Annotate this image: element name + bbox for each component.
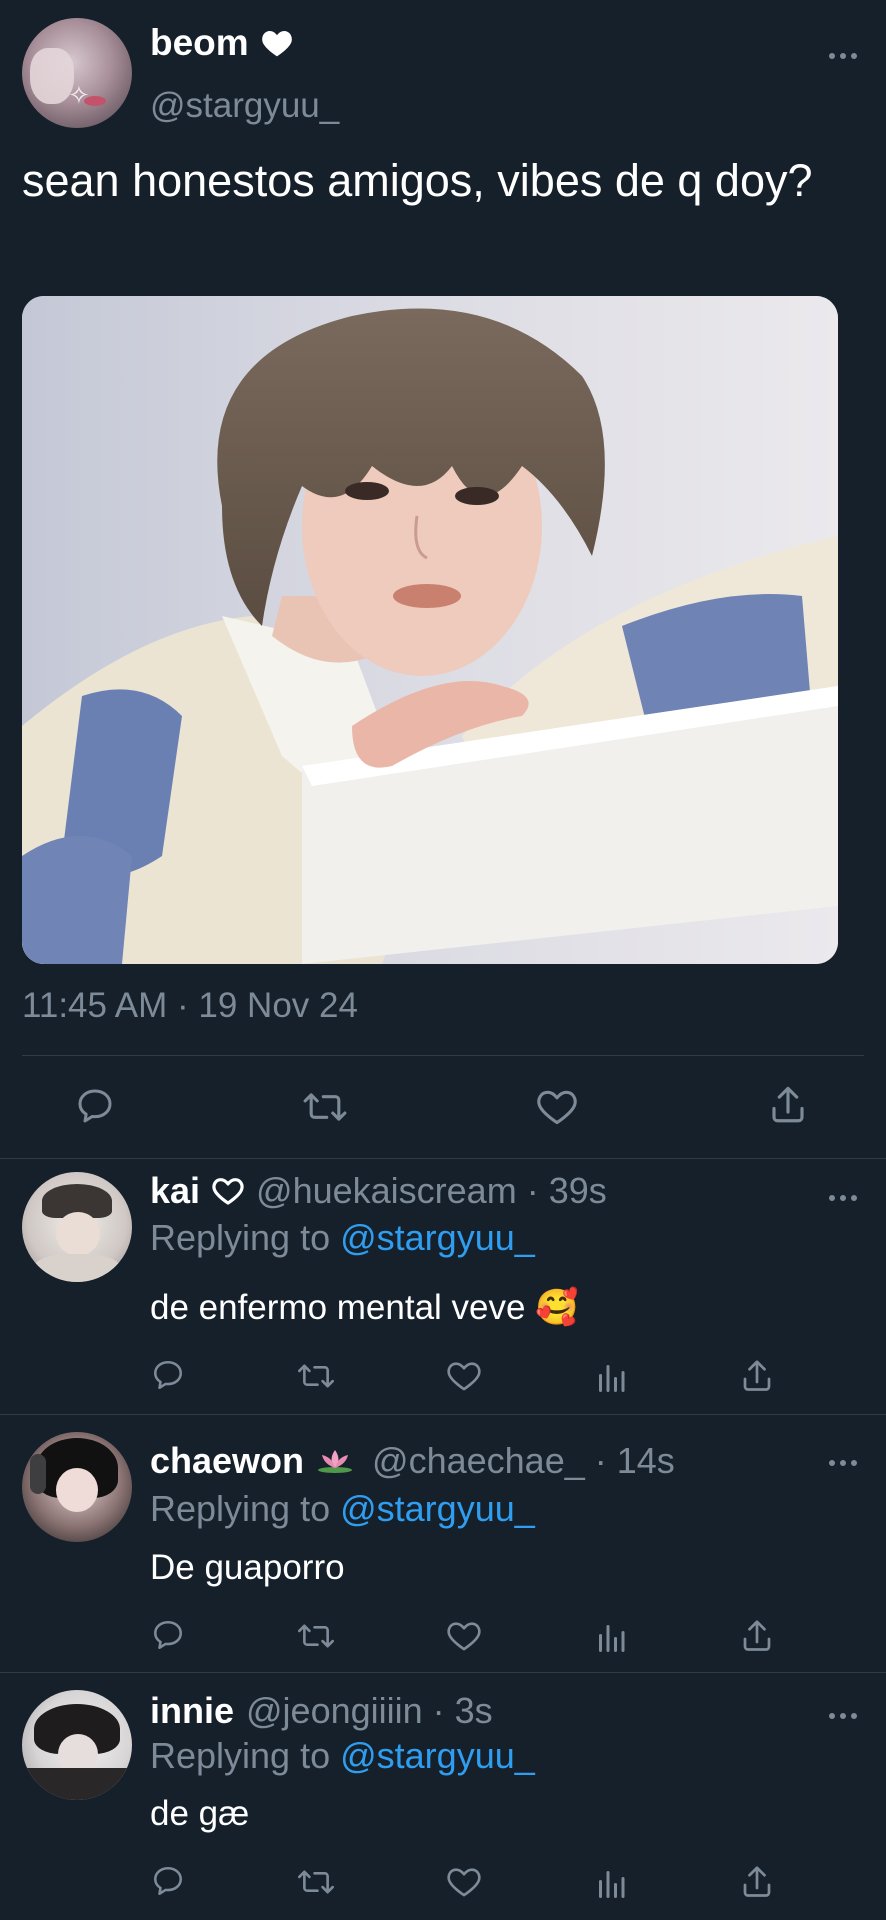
reply-text: de gæ — [150, 1794, 250, 1833]
reply-avatar[interactable] — [22, 1432, 132, 1542]
retweet-icon[interactable] — [296, 1620, 336, 1657]
divider — [0, 1158, 886, 1159]
author-handle[interactable]: @stargyuu_ — [150, 86, 339, 126]
replying-to-link[interactable]: @stargyuu_ — [340, 1735, 535, 1776]
reply-handle[interactable]: @huekaiscream — [256, 1170, 517, 1212]
heart-icon — [261, 28, 293, 58]
like-icon[interactable] — [446, 1360, 482, 1397]
reply-handle[interactable]: @jeongiiiin — [246, 1690, 423, 1732]
reply-icon[interactable] — [150, 1864, 186, 1903]
divider — [0, 1672, 886, 1673]
reply-handle[interactable]: @chaechae_ — [372, 1440, 585, 1482]
reply-icon[interactable] — [74, 1086, 116, 1131]
reply-text: De guaporro — [150, 1548, 345, 1587]
analytics-icon[interactable] — [596, 1362, 626, 1397]
replying-to-label: Replying to — [150, 1735, 341, 1776]
replying-to-link[interactable]: @stargyuu_ — [340, 1217, 535, 1258]
divider — [0, 1414, 886, 1415]
reply-name[interactable]: kai — [150, 1170, 200, 1212]
retweet-icon[interactable] — [302, 1088, 348, 1131]
more-icon[interactable] — [828, 1190, 858, 1201]
divider — [22, 1055, 864, 1056]
tweet-timestamp: 11:45 AM · 19 Nov 24 — [22, 986, 358, 1025]
more-icon[interactable] — [828, 1708, 858, 1719]
replying-to-label: Replying to — [150, 1217, 341, 1258]
reply-time: · 14s — [594, 1440, 675, 1481]
tweet-text: sean honestos amigos, vibes de q doy? — [22, 155, 813, 206]
like-icon[interactable] — [446, 1866, 482, 1903]
reply-time: · 3s — [432, 1690, 493, 1731]
reply-icon[interactable] — [150, 1358, 186, 1397]
like-icon[interactable] — [536, 1088, 578, 1131]
retweet-icon[interactable] — [296, 1866, 336, 1903]
lotus-icon — [316, 1448, 354, 1474]
more-icon[interactable] — [828, 48, 858, 59]
reply-avatar[interactable] — [22, 1690, 132, 1800]
reply-name[interactable]: innie — [150, 1690, 234, 1732]
retweet-icon[interactable] — [296, 1360, 336, 1397]
analytics-icon[interactable] — [596, 1622, 626, 1657]
like-icon[interactable] — [446, 1620, 482, 1657]
tweet-photo[interactable] — [22, 296, 838, 964]
author-avatar[interactable]: ✧ — [22, 18, 132, 128]
more-icon[interactable] — [828, 1455, 858, 1466]
analytics-icon[interactable] — [596, 1868, 626, 1903]
reply-avatar[interactable] — [22, 1172, 132, 1282]
share-icon[interactable] — [740, 1618, 774, 1659]
reply-text: de enfermo mental veve 🥰 — [150, 1288, 579, 1327]
reply-time: · 39s — [526, 1170, 607, 1211]
author-display-name[interactable]: beom — [150, 22, 249, 64]
replying-to-link[interactable]: @stargyuu_ — [340, 1488, 535, 1529]
reply-name[interactable]: chaewon — [150, 1440, 304, 1482]
share-icon[interactable] — [740, 1864, 774, 1905]
heart-icon — [212, 1176, 244, 1206]
share-icon[interactable] — [768, 1084, 808, 1131]
replying-to-label: Replying to — [150, 1488, 341, 1529]
reply-icon[interactable] — [150, 1618, 186, 1657]
share-icon[interactable] — [740, 1358, 774, 1399]
